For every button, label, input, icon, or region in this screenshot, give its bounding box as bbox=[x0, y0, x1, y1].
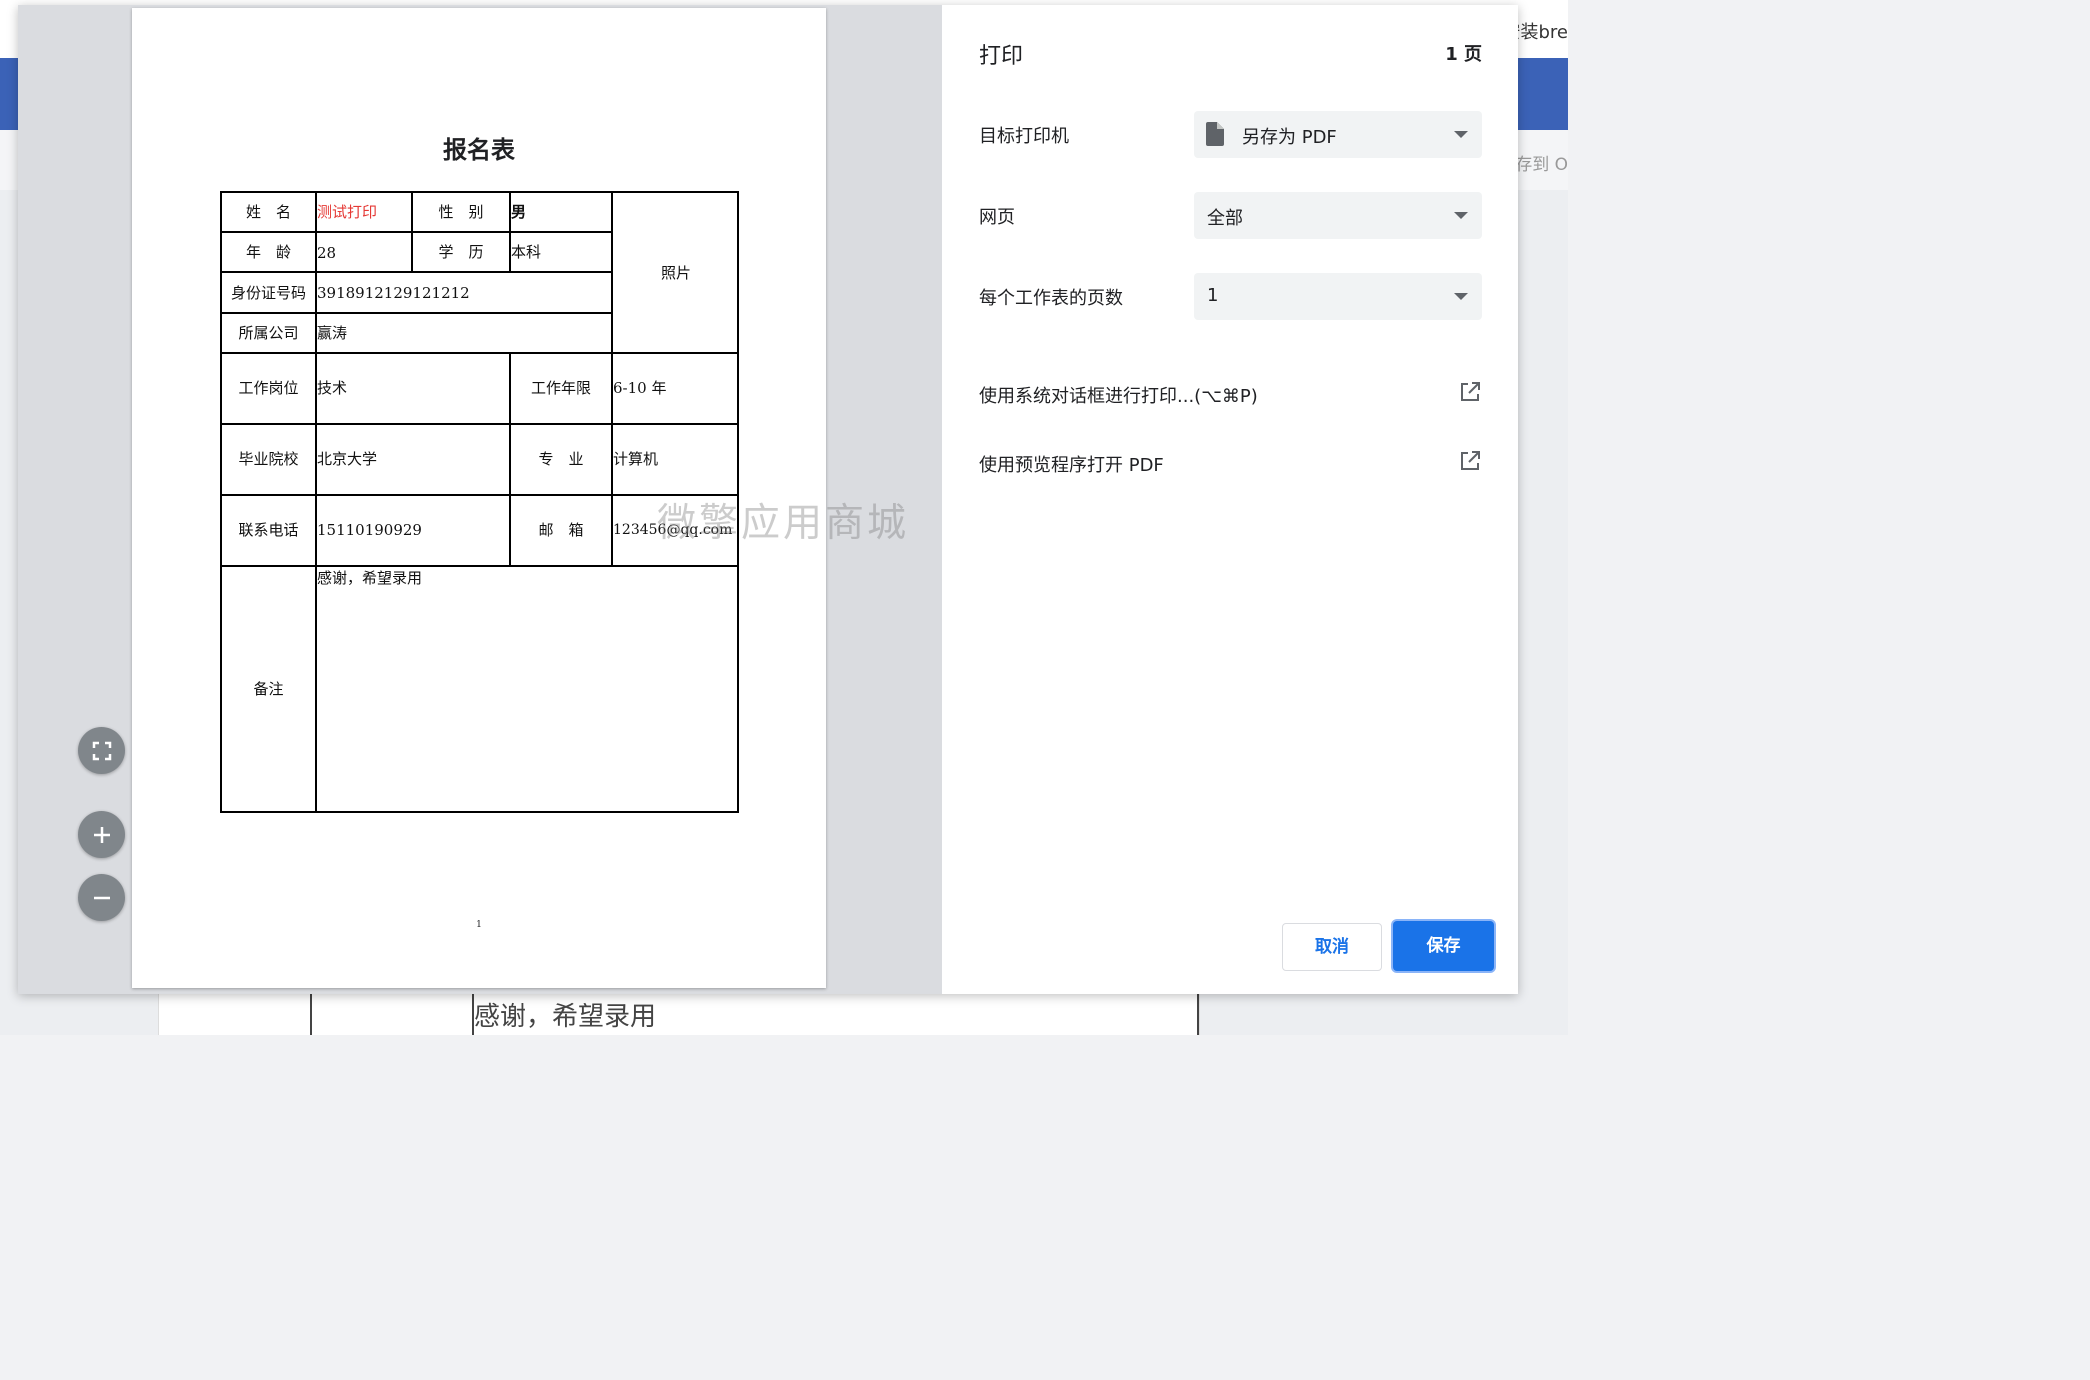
table-line bbox=[222, 312, 612, 314]
table-line bbox=[222, 352, 739, 354]
dropdown-arrow-icon bbox=[1454, 212, 1468, 219]
phone-label: 联系电话 bbox=[238, 521, 299, 539]
education-value: 本科 bbox=[511, 243, 542, 261]
pages-per-sheet-select[interactable]: 1 bbox=[1194, 273, 1482, 320]
email-label: 邮 箱 bbox=[538, 521, 584, 539]
remarks-value: 感谢，希望录用 bbox=[317, 569, 423, 587]
background-save-text: 存到 O bbox=[1515, 155, 1568, 175]
table-line bbox=[222, 565, 739, 567]
watermark: 微擎应用商城 bbox=[657, 501, 910, 546]
photo-label: 照片 bbox=[660, 264, 691, 282]
cancel-button[interactable]: 取消 bbox=[1282, 923, 1382, 971]
years-label: 工作年限 bbox=[530, 379, 591, 397]
table-line bbox=[222, 231, 612, 233]
destination-label: 目标打印机 bbox=[979, 126, 1069, 147]
name-value: 测试打印 bbox=[317, 203, 378, 221]
open-in-preview-link[interactable]: 使用预览程序打开 PDF bbox=[979, 449, 1481, 477]
background-table-line bbox=[1197, 994, 1199, 1035]
company-label: 所属公司 bbox=[238, 324, 299, 342]
dropdown-arrow-icon bbox=[1454, 293, 1468, 300]
print-dialog: 报名表 姓 名 测试打印 性 别 男 照片 年 龄 28 学 历 本科 身份证号… bbox=[18, 5, 1518, 994]
open-external-icon bbox=[1461, 451, 1480, 470]
pages-label: 网页 bbox=[979, 207, 1015, 228]
system-dialog-link[interactable]: 使用系统对话框进行打印...(⌥⌘P) bbox=[979, 380, 1481, 408]
background-document bbox=[158, 994, 1200, 1035]
minus-icon bbox=[93, 896, 110, 899]
pages-per-sheet-label: 每个工作表的页数 bbox=[979, 288, 1123, 309]
system-dialog-link-text: 使用系统对话框进行打印...(⌥⌘P) bbox=[979, 386, 1258, 407]
major-label: 专 业 bbox=[538, 450, 584, 468]
remarks-label: 备注 bbox=[253, 680, 284, 698]
document-title: 报名表 bbox=[443, 136, 515, 164]
pages-value: 全部 bbox=[1207, 208, 1243, 229]
position-label: 工作岗位 bbox=[238, 379, 299, 397]
fit-to-page-icon bbox=[92, 741, 111, 760]
pages-select[interactable]: 全部 bbox=[1194, 192, 1482, 239]
id-label: 身份证号码 bbox=[230, 284, 306, 302]
destination-select[interactable]: 另存为 PDF bbox=[1194, 111, 1482, 158]
fit-to-page-button[interactable] bbox=[78, 727, 125, 774]
gender-value: 男 bbox=[511, 203, 527, 221]
age-value: 28 bbox=[317, 244, 337, 262]
company-value: 赢涛 bbox=[317, 324, 348, 342]
print-settings-panel: 打印 1 页 目标打印机 另存为 PDF 网页 全部 每个工作表的页数 1 使用… bbox=[942, 5, 1518, 994]
zoom-out-button[interactable] bbox=[78, 874, 125, 921]
background-remark-text: 感谢，希望录用 bbox=[474, 1002, 657, 1032]
education-label: 学 历 bbox=[438, 243, 484, 261]
table-line bbox=[222, 423, 739, 425]
school-value: 北京大学 bbox=[317, 450, 378, 468]
print-dialog-title: 打印 bbox=[979, 44, 1024, 69]
background-table-line bbox=[310, 994, 312, 1035]
page-count: 1 页 bbox=[1445, 44, 1482, 65]
page-number: 1 bbox=[476, 920, 482, 930]
open-in-preview-link-text: 使用预览程序打开 PDF bbox=[979, 455, 1164, 476]
position-value: 技术 bbox=[317, 379, 348, 397]
name-label: 姓 名 bbox=[245, 203, 291, 221]
years-value: 6-10 年 bbox=[613, 379, 667, 397]
open-external-icon bbox=[1461, 382, 1480, 401]
phone-value: 15110190929 bbox=[317, 521, 422, 539]
major-value: 计算机 bbox=[613, 450, 659, 468]
id-value: 3918912129121212 bbox=[317, 284, 470, 302]
pages-per-sheet-value: 1 bbox=[1207, 285, 1219, 306]
zoom-in-button[interactable] bbox=[78, 811, 125, 858]
dropdown-arrow-icon bbox=[1454, 131, 1468, 138]
plus-icon bbox=[93, 826, 110, 843]
school-label: 毕业院校 bbox=[238, 450, 299, 468]
table-line bbox=[222, 271, 612, 273]
gender-label: 性 别 bbox=[438, 203, 484, 221]
document-icon bbox=[1206, 122, 1224, 146]
save-button[interactable]: 保存 bbox=[1393, 921, 1494, 971]
destination-value: 另存为 PDF bbox=[1242, 127, 1337, 148]
age-label: 年 龄 bbox=[245, 243, 291, 261]
